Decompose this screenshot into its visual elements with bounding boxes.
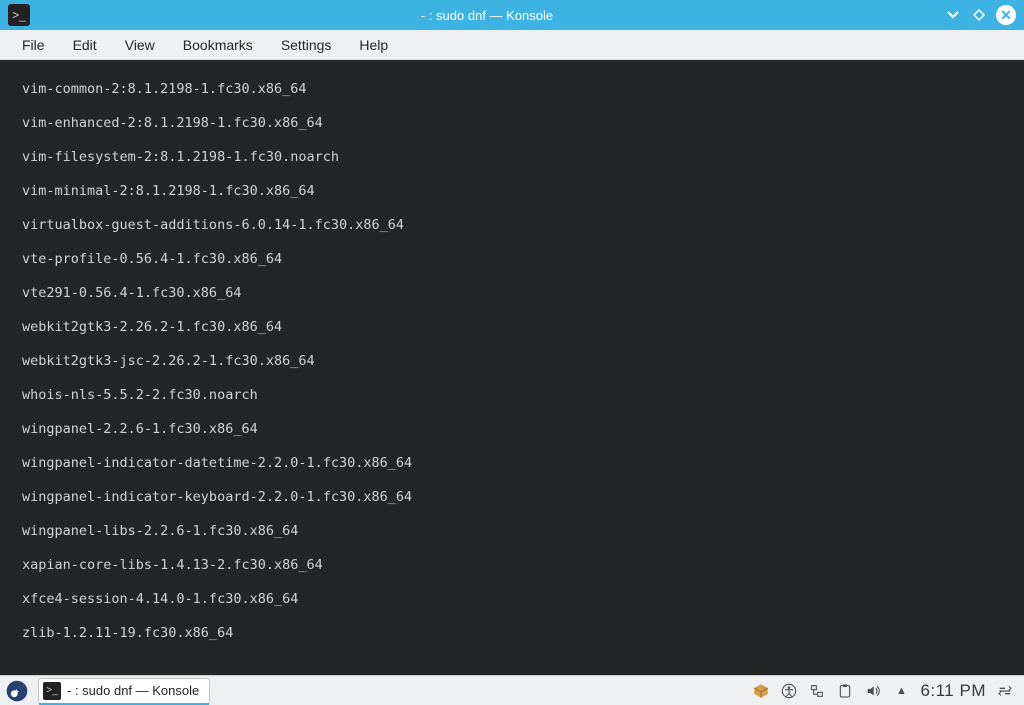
- minimize-button[interactable]: [944, 6, 962, 24]
- clock[interactable]: 6:11 PM: [920, 681, 986, 701]
- start-button[interactable]: [0, 676, 34, 705]
- package-line: vim-minimal-2:8.1.2198-1.fc30.x86_64: [6, 183, 1018, 200]
- package-line: wingpanel-libs-2.2.6-1.fc30.x86_64: [6, 523, 1018, 540]
- window-controls: ✕: [944, 5, 1016, 25]
- package-line: vim-filesystem-2:8.1.2198-1.fc30.noarch: [6, 149, 1018, 166]
- blank-line: [6, 659, 1018, 675]
- menu-bookmarks[interactable]: Bookmarks: [169, 32, 267, 58]
- package-line: vte-profile-0.56.4-1.fc30.x86_64: [6, 251, 1018, 268]
- app-icon: >_: [8, 4, 30, 26]
- volume-icon[interactable]: [864, 682, 882, 700]
- taskbar-app-label: - : sudo dnf — Konsole: [67, 683, 199, 698]
- package-line: webkit2gtk3-jsc-2.26.2-1.fc30.x86_64: [6, 353, 1018, 370]
- konsole-icon: >_: [43, 682, 61, 700]
- close-button[interactable]: ✕: [996, 5, 1016, 25]
- package-line: wingpanel-indicator-datetime-2.2.0-1.fc3…: [6, 455, 1018, 472]
- app-window: >_ - : sudo dnf — Konsole ✕ File Edit Vi…: [0, 0, 1024, 705]
- package-line: wingpanel-2.2.6-1.fc30.x86_64: [6, 421, 1018, 438]
- package-line: xfce4-session-4.14.0-1.fc30.x86_64: [6, 591, 1018, 608]
- menu-file[interactable]: File: [8, 32, 59, 58]
- package-line: xapian-core-libs-1.4.13-2.fc30.x86_64: [6, 557, 1018, 574]
- show-desktop-icon[interactable]: [996, 682, 1014, 700]
- package-line: wingpanel-indicator-keyboard-2.2.0-1.fc3…: [6, 489, 1018, 506]
- taskbar: >_ - : sudo dnf — Konsole ▲ 6:11 PM: [0, 675, 1024, 705]
- titlebar: >_ - : sudo dnf — Konsole ✕: [0, 0, 1024, 30]
- menu-edit[interactable]: Edit: [59, 32, 111, 58]
- package-updater-icon[interactable]: [752, 682, 770, 700]
- menubar: File Edit View Bookmarks Settings Help: [0, 30, 1024, 60]
- system-tray: ▲ 6:11 PM: [742, 681, 1024, 701]
- window-title: - : sudo dnf — Konsole: [30, 8, 944, 23]
- menu-help[interactable]: Help: [345, 32, 402, 58]
- taskbar-app-konsole[interactable]: >_ - : sudo dnf — Konsole: [38, 678, 210, 704]
- network-icon[interactable]: [808, 682, 826, 700]
- package-line: vte291-0.56.4-1.fc30.x86_64: [6, 285, 1018, 302]
- tray-expand-icon[interactable]: ▲: [892, 682, 910, 700]
- package-line: vim-enhanced-2:8.1.2198-1.fc30.x86_64: [6, 115, 1018, 132]
- maximize-button[interactable]: [970, 6, 988, 24]
- package-line: zlib-1.2.11-19.fc30.x86_64: [6, 625, 1018, 642]
- accessibility-icon[interactable]: [780, 682, 798, 700]
- package-line: whois-nls-5.5.2-2.fc30.noarch: [6, 387, 1018, 404]
- package-line: vim-common-2:8.1.2198-1.fc30.x86_64: [6, 81, 1018, 98]
- package-line: webkit2gtk3-2.26.2-1.fc30.x86_64: [6, 319, 1018, 336]
- package-line: virtualbox-guest-additions-6.0.14-1.fc30…: [6, 217, 1018, 234]
- terminal-output[interactable]: vim-common-2:8.1.2198-1.fc30.x86_64 vim-…: [0, 60, 1024, 675]
- clipboard-icon[interactable]: [836, 682, 854, 700]
- menu-settings[interactable]: Settings: [267, 32, 346, 58]
- menu-view[interactable]: View: [111, 32, 169, 58]
